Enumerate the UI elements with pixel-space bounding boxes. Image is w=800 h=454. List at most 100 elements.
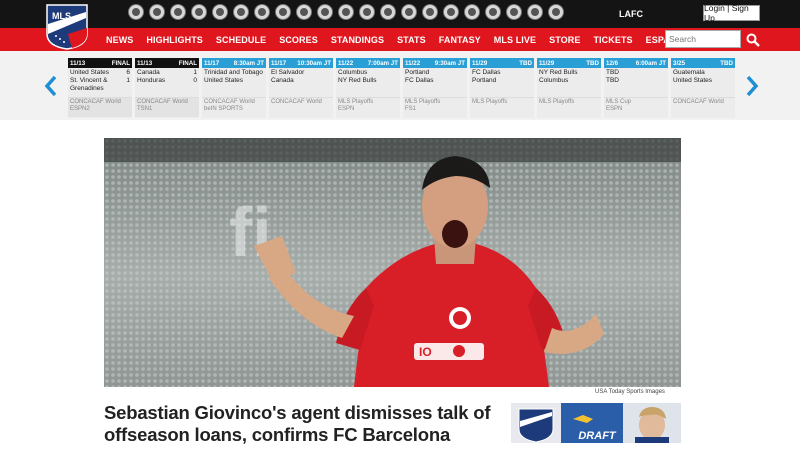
club-crest-21[interactable]: [548, 4, 564, 20]
match-competition: MLS Playoffs: [472, 99, 508, 105]
match-date: 11/22: [405, 59, 421, 67]
match-card[interactable]: 11/29 TBD NY Red Bulls Columbus MLS Playoffs: [537, 58, 601, 118]
away-team: TBD: [606, 77, 619, 84]
club-crest-icon: [384, 8, 392, 16]
club-crest-3[interactable]: [170, 4, 186, 20]
match-card[interactable]: 11/13 FINAL Canada 1 Honduras 0 CONCACAF World…: [135, 58, 199, 118]
match-competition: CONCACAF World: [70, 99, 121, 105]
match-teams: Canada 1 Honduras 0: [135, 68, 199, 97]
match-date: 11/22: [338, 59, 354, 67]
club-crest-19[interactable]: [506, 4, 522, 20]
home-team: El Salvador: [271, 69, 305, 76]
club-crest-14[interactable]: [401, 4, 417, 20]
match-broadcast: beIN SPORTS: [204, 106, 243, 112]
home-team: TBD: [606, 69, 619, 76]
club-crest-5[interactable]: [212, 4, 228, 20]
nav-item-news[interactable]: NEWS: [106, 35, 133, 45]
match-competition: MLS Playoffs: [405, 99, 441, 105]
home-team: Trinidad and Tobago: [204, 69, 263, 76]
club-crest-icon: [258, 8, 266, 16]
club-crest-9[interactable]: [296, 4, 312, 20]
club-crest-1[interactable]: [128, 4, 144, 20]
hero-image[interactable]: fi IO: [104, 138, 681, 387]
club-crest-icon: [447, 8, 455, 16]
home-score: 6: [126, 69, 130, 76]
main-nav: NEWS HIGHLIGHTS SCHEDULE SCORES STANDINGS STA…: [106, 28, 702, 51]
match-card[interactable]: 11/17 8:30am JT Trinidad and Tobago United …: [202, 58, 266, 118]
mls-logo[interactable]: MLS: [46, 4, 88, 50]
nav-item-tickets[interactable]: TICKETS: [593, 35, 632, 45]
match-teams: NY Red Bulls Columbus: [537, 68, 601, 97]
match-card[interactable]: 11/22 9:30am JT Portland FC Dallas MLS Playo…: [403, 58, 467, 118]
match-footer: CONCACAF World beIN SPORTS: [202, 97, 266, 117]
match-date: 11/13: [137, 59, 153, 67]
match-footer: MLS Playoffs: [537, 97, 601, 117]
nav-item-mls-live[interactable]: MLS LIVE: [494, 35, 536, 45]
club-crest-12[interactable]: [359, 4, 375, 20]
club-crest-16[interactable]: [443, 4, 459, 20]
nav-item-stats[interactable]: STATS: [397, 35, 426, 45]
match-footer: MLS Playoffs: [470, 97, 534, 117]
club-crest-icon: [321, 8, 329, 16]
match-status: FINAL: [111, 59, 130, 67]
match-card[interactable]: 11/29 TBD FC Dallas Portland MLS Playoffs: [470, 58, 534, 118]
home-team: Portland: [405, 69, 430, 76]
match-date: 11/13: [70, 59, 86, 67]
club-crest-icon: [279, 8, 287, 16]
club-crest-7[interactable]: [254, 4, 270, 20]
logo-text: MLS: [52, 11, 71, 21]
match-status: 8:30am JT: [233, 59, 264, 67]
club-label-lafc[interactable]: LAFC: [619, 9, 643, 19]
away-team: St. Vincent & Grenadines: [70, 77, 108, 92]
club-crest-icon: [342, 8, 350, 16]
match-status: 10:30am JT: [297, 59, 331, 67]
club-crest-8[interactable]: [275, 4, 291, 20]
nav-item-highlights[interactable]: HIGHLIGHTS: [146, 35, 203, 45]
chevron-left-icon[interactable]: [44, 75, 58, 97]
club-crest-icon: [132, 8, 140, 16]
club-crest-13[interactable]: [380, 4, 396, 20]
match-card[interactable]: 11/17 10:30am JT El Salvador Canada CONCACAF…: [269, 58, 333, 118]
home-team: Guatemala: [673, 69, 705, 76]
match-date: 12/6: [606, 59, 619, 67]
match-header: 11/22 9:30am JT: [403, 58, 467, 68]
match-broadcast: ESPN: [606, 106, 623, 112]
home-team: Canada: [137, 69, 160, 76]
match-teams: FC Dallas Portland: [470, 68, 534, 97]
match-card[interactable]: 12/6 6:00am JT TBD TBD MLS Cup ESPN: [604, 58, 668, 118]
nav-item-store[interactable]: STORE: [549, 35, 580, 45]
away-team: Canada: [271, 77, 294, 84]
search-icon[interactable]: [746, 33, 760, 47]
club-crest-18[interactable]: [485, 4, 501, 20]
ad-brand-text: DRAFT KINGS: [578, 430, 616, 454]
club-crest-6[interactable]: [233, 4, 249, 20]
club-crest-10[interactable]: [317, 4, 333, 20]
match-header: 12/6 6:00am JT: [604, 58, 668, 68]
club-crest-20[interactable]: [527, 4, 543, 20]
login-signup-button[interactable]: Login | Sign Up: [703, 3, 760, 23]
match-competition: MLS Cup: [606, 99, 632, 105]
nav-item-scores[interactable]: SCORES: [279, 35, 318, 45]
match-card[interactable]: 11/22 7:00am JT Columbus NY Red Bulls MLS Pl…: [336, 58, 400, 118]
club-crest-2[interactable]: [149, 4, 165, 20]
match-broadcast: ESPN: [338, 106, 355, 112]
chevron-right-icon[interactable]: [745, 75, 759, 97]
club-crest-15[interactable]: [422, 4, 438, 20]
match-card[interactable]: 11/13 FINAL United States 6 St. Vincent & Gr…: [68, 58, 132, 118]
match-header: 11/29 TBD: [537, 58, 601, 68]
club-crest-4[interactable]: [191, 4, 207, 20]
club-crest-icon: [552, 8, 560, 16]
match-footer: MLS Cup ESPN: [604, 97, 668, 117]
match-card[interactable]: 3/25 TBD Guatemala United States CONCACAF Wo…: [671, 58, 735, 118]
search-input[interactable]: [665, 30, 741, 48]
nav-item-schedule[interactable]: SCHEDULE: [216, 35, 266, 45]
article-headline[interactable]: Sebastian Giovinco's agent dismisses tal…: [104, 402, 504, 446]
club-crest-icon: [405, 8, 413, 16]
away-team: Honduras: [137, 77, 166, 84]
nav-item-standings[interactable]: STANDINGS: [331, 35, 384, 45]
match-teams: Trinidad and Tobago United States: [202, 68, 266, 97]
club-crest-17[interactable]: [464, 4, 480, 20]
nav-item-fantasy[interactable]: FANTASY: [439, 35, 481, 45]
club-crest-11[interactable]: [338, 4, 354, 20]
club-crest-icon: [153, 8, 161, 16]
